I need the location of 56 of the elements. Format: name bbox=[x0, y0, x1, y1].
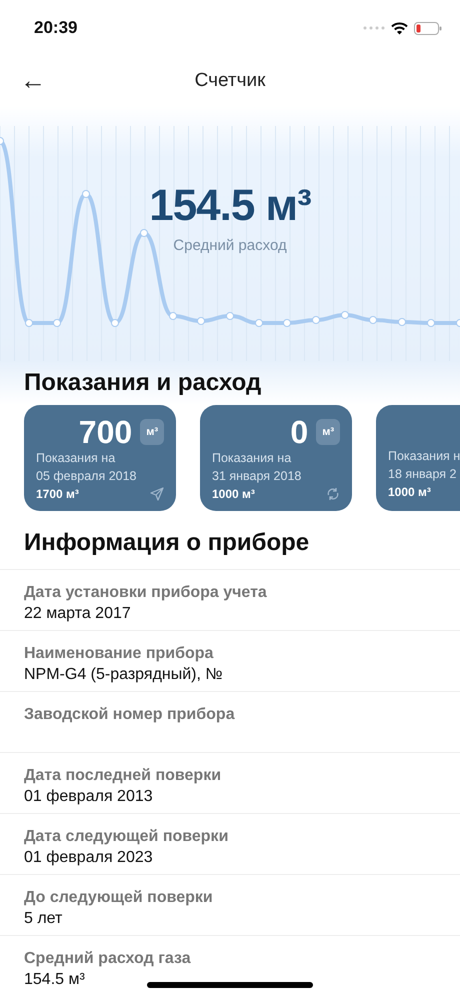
status-time: 20:39 bbox=[34, 18, 78, 38]
unit-badge: м³ bbox=[316, 419, 340, 445]
reading-total: 1700 м³ bbox=[36, 486, 79, 503]
back-button[interactable]: ← bbox=[16, 64, 50, 96]
info-label: Дата последней поверки bbox=[24, 767, 222, 785]
info-label: Заводской номер прибора bbox=[24, 706, 235, 724]
reading-value: 0 bbox=[290, 414, 308, 450]
reading-caption: Показания н bbox=[388, 448, 460, 465]
battery-icon bbox=[414, 22, 442, 34]
reading-caption: Показания на bbox=[36, 450, 116, 467]
send-icon bbox=[150, 487, 164, 501]
reading-date: 18 января 2 bbox=[388, 466, 458, 483]
page-title: Счетчик bbox=[194, 70, 266, 92]
data-point bbox=[255, 319, 263, 327]
reading-date: 05 февраля 2018 bbox=[36, 468, 138, 485]
reading-date: 31 января 2018 bbox=[212, 468, 302, 485]
reading-card[interactable]: 0 м³ Показания на 31 января 2018 1000 м³ bbox=[200, 405, 352, 511]
average-caption: Средний расход bbox=[173, 237, 287, 254]
data-point bbox=[226, 312, 234, 320]
reading-total: 1000 м³ bbox=[212, 486, 255, 503]
data-point bbox=[369, 316, 377, 324]
unit-badge: м³ bbox=[140, 419, 164, 445]
data-point bbox=[82, 190, 90, 198]
info-label: Дата установки прибора учета bbox=[24, 584, 267, 602]
data-point bbox=[53, 319, 61, 327]
data-point bbox=[456, 319, 460, 327]
info-label: Дата следующей поверки bbox=[24, 828, 228, 846]
reading-caption: Показания на bbox=[212, 450, 292, 467]
data-point bbox=[398, 318, 406, 326]
info-value: 01 февраля 2023 bbox=[24, 849, 153, 868]
info-value: 22 марта 2017 bbox=[24, 605, 131, 624]
data-point bbox=[169, 312, 177, 320]
info-label: До следующей поверки bbox=[24, 889, 213, 907]
reading-value: 700 bbox=[78, 414, 132, 450]
info-label: Средний расход газа bbox=[24, 950, 191, 968]
info-label: Наименование прибора bbox=[24, 645, 214, 663]
data-point bbox=[427, 319, 435, 327]
signal-icon bbox=[363, 25, 385, 31]
data-point bbox=[312, 316, 320, 324]
data-point bbox=[341, 311, 349, 319]
data-point bbox=[0, 137, 4, 145]
reading-total: 1000 м³ bbox=[388, 484, 431, 501]
info-value: 01 февраля 2013 bbox=[24, 788, 153, 807]
reading-card[interactable]: Показания н 18 января 2 1000 м³ bbox=[376, 405, 460, 511]
data-point bbox=[140, 229, 148, 237]
data-point bbox=[111, 319, 119, 327]
data-point bbox=[283, 319, 291, 327]
info-value: NPM-G4 (5-разрядный), № bbox=[24, 666, 223, 685]
sync-icon bbox=[326, 487, 340, 501]
info-value: 5 лет bbox=[24, 910, 62, 929]
reading-card[interactable]: 700 м³ Показания на 05 февраля 2018 1700 м³ bbox=[24, 405, 176, 511]
average-value: 154.5 м³ bbox=[149, 181, 311, 231]
wifi-icon bbox=[391, 22, 408, 34]
info-value: 154.5 м³ bbox=[24, 971, 85, 990]
data-point bbox=[197, 317, 205, 325]
data-point bbox=[25, 319, 33, 327]
